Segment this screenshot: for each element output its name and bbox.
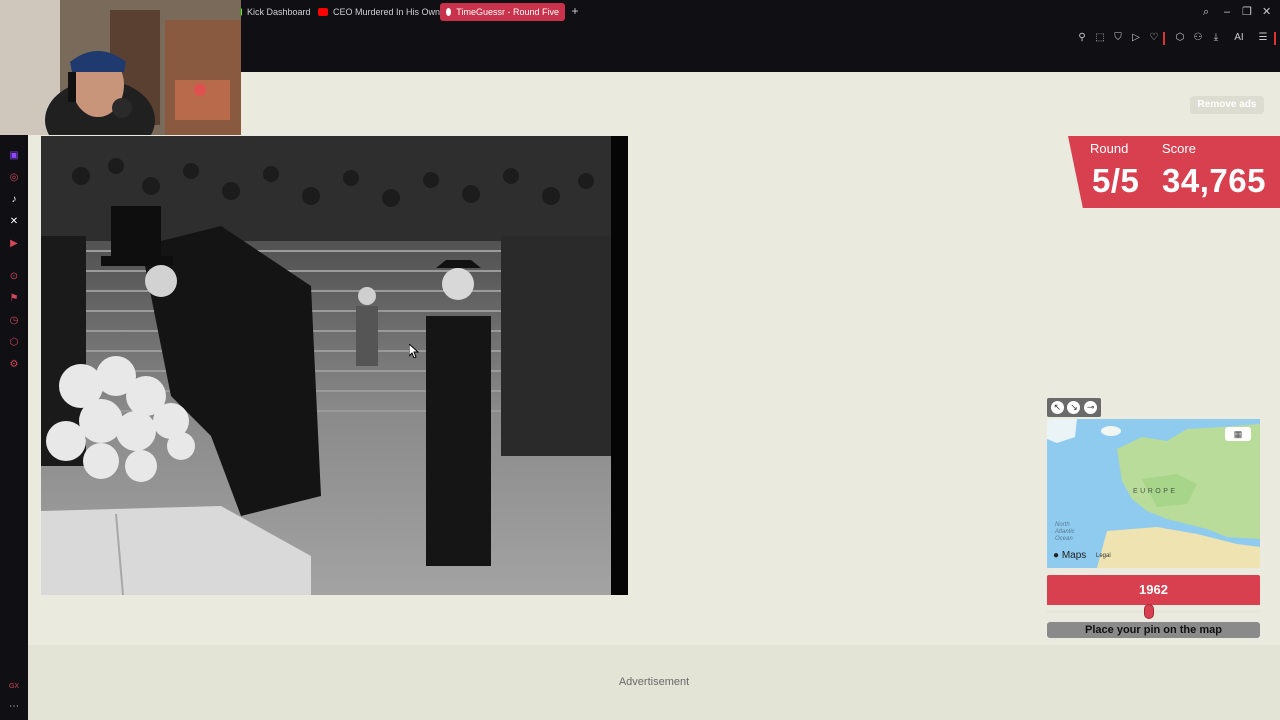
year-slider-thumb[interactable] [1144,604,1155,619]
pin-map-icon[interactable]: ⊸ [1084,401,1098,414]
restore-icon[interactable]: ❐ [1242,5,1252,19]
round-photo[interactable] [41,136,628,595]
map-toolbar: ↖ ↘ ⊸ [1047,398,1101,417]
ai-button[interactable]: AI [1229,32,1249,44]
guess-map[interactable]: ▦ EUROPE North Atlantic Ocean ● Maps Leg… [1047,419,1260,568]
play-icon[interactable]: ▷ [1130,32,1142,44]
remove-ads-label: Remove ads [1197,99,1257,110]
score-label: Score [1162,141,1196,156]
youtube-icon [318,8,328,16]
expand-map-icon[interactable]: ↖ [1050,401,1064,414]
place-pin-button[interactable]: Place your pin on the map [1047,622,1260,638]
shield-icon[interactable]: ⛉ [1112,32,1124,44]
map-legal-link[interactable]: Legal [1096,553,1111,559]
mouse-cursor-icon [409,344,419,358]
x-icon[interactable]: ✕ [8,216,20,228]
new-tab-button[interactable]: + [568,4,582,18]
toolbar-divider [1163,32,1165,45]
browser-sidebar: ▣ ◎ ♪ ✕ ▶ ⊙ ⚑ ◷ ⬡ ⚙ GX ⋯ [0,72,28,720]
tab-label: TimeGuessr - Round Five [456,7,559,17]
player-icon[interactable]: ⊙ [8,271,20,283]
pin-icon[interactable]: ⚲ [1076,32,1088,44]
streamer-webcam [0,0,241,135]
ai-label: AI [1234,32,1244,43]
twitch-icon[interactable]: ▣ [8,150,20,162]
extensions-sidebar-icon[interactable]: ⬡ [8,337,20,349]
tab-youtube-video[interactable]: CEO Murdered In His Own [312,3,446,21]
menu-icon[interactable]: ☰ [1257,32,1269,44]
account-icon[interactable]: ⚇ [1192,32,1204,44]
tiktok-icon[interactable]: ♪ [8,194,20,206]
year-display: 1962 [1047,575,1260,605]
round-value: 5/5 [1092,162,1140,199]
download-icon[interactable]: ⤓ [1210,32,1222,44]
close-icon[interactable]: ✕ [1262,5,1271,19]
settings-icon[interactable]: ⚙ [8,359,20,371]
search-tabs-icon[interactable]: ⌕ [1203,5,1209,19]
minimize-icon[interactable]: – [1224,5,1230,19]
gx-icon[interactable]: GX [8,681,20,693]
map-type-icon[interactable]: ▦ [1225,427,1251,441]
heart-icon[interactable]: ♡ [1148,32,1160,44]
instagram-icon[interactable]: ◎ [8,172,20,184]
snapshot-icon[interactable]: ⬚ [1094,32,1106,44]
youtube-sidebar-icon[interactable]: ▶ [8,238,20,250]
remove-ads-button[interactable]: Remove ads [1190,96,1264,114]
toolbar-divider [1274,32,1276,45]
pinboard-icon[interactable]: ⚑ [8,293,20,305]
map-ocean-label: North Atlantic Ocean [1055,522,1075,542]
apple-maps-logo: ● Maps [1053,550,1086,561]
advertisement-area: Advertisement [28,645,1280,720]
tab-label: CEO Murdered In His Own [333,7,441,17]
extensions-icon[interactable]: ⬡ [1174,32,1186,44]
map-europe-label: EUROPE [1133,488,1178,495]
round-score-panel: Round Score 5/5 34,765 [1068,136,1280,208]
tab-timeguessr[interactable]: TimeGuessr - Round Five [440,3,565,21]
round-label: Round [1090,141,1129,156]
score-value: 34,765 [1162,162,1266,199]
maps-label: Maps [1061,550,1087,561]
globe-icon [446,8,452,16]
advertisement-label: Advertisement [618,676,690,688]
tab-label: Kick Dashboard [247,7,311,17]
apple-icon: ● [1053,550,1060,561]
history-icon[interactable]: ◷ [8,315,20,327]
more-icon[interactable]: ⋯ [8,701,20,713]
shrink-map-icon[interactable]: ↘ [1067,401,1081,414]
